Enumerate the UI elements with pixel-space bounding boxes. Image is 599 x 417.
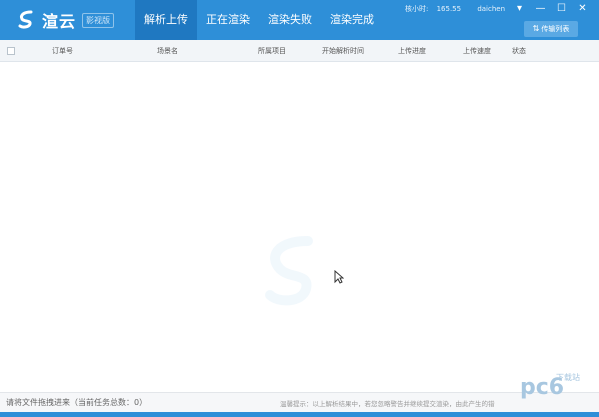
column-upload-progress[interactable]: 上传进度 (398, 40, 426, 62)
taskbar-strip (0, 412, 599, 417)
app-name: 渲云 (42, 12, 77, 31)
tab-render-failed[interactable]: 渲染失败 (259, 0, 321, 40)
tab-parse-upload[interactable]: 解析上传 (135, 0, 197, 40)
account-info: 核小时: 165.55 daichen (405, 4, 505, 14)
menu-dropdown-icon[interactable]: ▾ (509, 2, 530, 16)
transfer-list-button[interactable]: ⇅ 传输列表 (524, 21, 578, 37)
maximize-icon[interactable]: ☐ (551, 2, 572, 16)
tab-render-complete[interactable]: 渲染完成 (321, 0, 383, 40)
close-icon[interactable]: ✕ (572, 2, 593, 16)
status-bar: 请将文件拖拽进来（当前任务总数：0） 温馨提示：以上解析结果中，若您忽略警告并继… (0, 392, 599, 412)
app-logo: 渲云 影视版 (16, 8, 115, 32)
app-logo-icon (18, 10, 33, 29)
watermark-subtext: 下载站 (556, 372, 580, 382)
minimize-icon[interactable]: — (530, 2, 551, 16)
select-all-checkbox[interactable] (7, 47, 15, 55)
background-logo-icon (265, 236, 313, 306)
task-list-area[interactable] (0, 63, 599, 390)
pc6-watermark-logo: pc6 下载站 (520, 372, 580, 400)
transfer-icon: ⇅ (532, 24, 540, 33)
transfer-list-label: 传输列表 (541, 25, 570, 33)
main-tabs: 解析上传 正在渲染 渲染失败 渲染完成 (135, 0, 383, 40)
username[interactable]: daichen (477, 5, 505, 13)
drag-drop-tip: 请将文件拖拽进来（当前任务总数：0） (6, 398, 148, 407)
column-status[interactable]: 状态 (512, 40, 526, 62)
balance-label: 核小时: (405, 5, 429, 13)
balance-value: 165.55 (436, 5, 462, 13)
tab-rendering[interactable]: 正在渲染 (197, 0, 259, 40)
column-scene-name[interactable]: 场景名 (157, 40, 178, 62)
column-order-number[interactable]: 订单号 (52, 40, 73, 62)
column-parse-start-time[interactable]: 开始解析时间 (322, 40, 364, 62)
column-project[interactable]: 所属项目 (258, 40, 286, 62)
table-header: 订单号 场景名 所属项目 开始解析时间 上传进度 上传速度 状态 (0, 40, 599, 62)
mouse-cursor-icon (334, 270, 344, 284)
edition-badge: 影视版 (82, 12, 115, 28)
window-controls: ▾ — ☐ ✕ (509, 2, 593, 16)
warning-hint: 温馨提示：以上解析结果中，若您忽略警告并继续提交渲染，由此产生的错误，我方将不予… (280, 400, 495, 408)
title-bar: 渲云 影视版 解析上传 正在渲染 渲染失败 渲染完成 核小时: 165.55 d… (0, 0, 599, 40)
column-upload-speed[interactable]: 上传速度 (463, 40, 491, 62)
